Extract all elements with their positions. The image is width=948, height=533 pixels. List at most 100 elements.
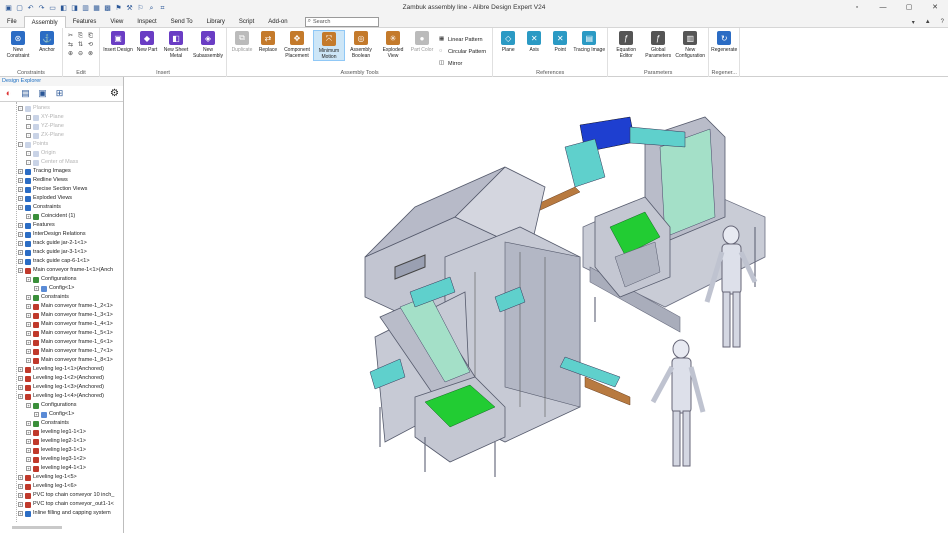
expand-toggle-icon[interactable]: + xyxy=(26,403,31,408)
ribbon-toggle-icon[interactable]: ▫ xyxy=(844,0,870,16)
expand-toggle-icon[interactable]: + xyxy=(18,268,23,273)
options-icon[interactable]: ⚑ xyxy=(114,4,123,13)
expand-toggle-icon[interactable]: + xyxy=(18,178,23,183)
equation-editor-button[interactable]: ƒ Equation Editor xyxy=(610,30,642,59)
menu-item-library[interactable]: Library xyxy=(200,16,232,28)
expand-toggle-icon[interactable]: + xyxy=(18,376,23,381)
edit-tool-8-icon[interactable]: ⊗ xyxy=(87,51,94,58)
grid-icon[interactable]: ▩ xyxy=(103,4,112,13)
expand-toggle-icon[interactable]: + xyxy=(18,106,23,111)
tree-item[interactable]: + leveling leg4-1<1> xyxy=(26,464,86,473)
tree-item[interactable]: + Constraints xyxy=(26,293,69,302)
tree-item[interactable]: + Points xyxy=(18,140,48,149)
expand-toggle-icon[interactable]: + xyxy=(26,151,31,156)
tree-item[interactable]: + Center of Mass xyxy=(26,158,78,167)
expand-toggle-icon[interactable]: + xyxy=(18,511,23,516)
tree-item[interactable]: + Leveling leg-1<2>(Anchored) xyxy=(18,374,104,383)
menu-item-view[interactable]: View xyxy=(103,16,130,28)
tree-item[interactable]: + Main conveyor frame-1_5<1> xyxy=(26,329,113,338)
tree-item[interactable]: + Origin xyxy=(26,149,56,158)
tree-item[interactable]: + PVC top chain conveyor 10 inch_ xyxy=(18,491,114,500)
expand-toggle-icon[interactable]: + xyxy=(26,331,31,336)
tree-item[interactable]: + Leveling leg-1<6> xyxy=(18,482,77,491)
tree-item[interactable]: + ZX-Plane xyxy=(26,131,64,140)
menu-item-add-on[interactable]: Add-on xyxy=(261,16,294,28)
maximize-button[interactable]: ▢ xyxy=(896,0,922,16)
expand-toggle-icon[interactable]: + xyxy=(26,295,31,300)
regenerate-button[interactable]: ↻ Regenerate xyxy=(711,30,737,53)
part-icon[interactable]: ◧ xyxy=(59,4,68,13)
insert-design-button[interactable]: ▣ Insert Design xyxy=(102,30,134,53)
new-subassembly-button[interactable]: ◈ New Subassembly xyxy=(192,30,224,59)
minimize-button[interactable]: — xyxy=(870,0,896,16)
menu-item-file[interactable]: File xyxy=(0,16,24,28)
expand-toggle-icon[interactable]: + xyxy=(18,205,23,210)
minimum-motion-button[interactable]: ⤧ Minimum Motion xyxy=(313,30,345,61)
expand-toggle-icon[interactable]: + xyxy=(18,367,23,372)
expand-toggle-icon[interactable]: + xyxy=(18,250,23,255)
tree-item[interactable]: + Precise Section Views xyxy=(18,185,87,194)
expand-toggle-icon[interactable]: + xyxy=(26,277,31,282)
gear-icon[interactable]: ⚙ xyxy=(109,88,120,99)
edit-tool-6-icon[interactable]: ⊕ xyxy=(67,51,74,58)
new-part-button[interactable]: ◆ New Part xyxy=(134,30,160,53)
expand-toggle-icon[interactable]: + xyxy=(26,466,31,471)
expand-toggle-icon[interactable]: + xyxy=(26,430,31,435)
expand-toggle-icon[interactable]: + xyxy=(26,133,31,138)
point-button[interactable]: ✕ Point xyxy=(547,30,573,53)
tree-item[interactable]: + XY-Plane xyxy=(26,113,64,122)
tree-structure-icon[interactable]: ⊞ xyxy=(54,88,65,99)
menu-item-inspect[interactable]: Inspect xyxy=(130,16,163,28)
tree-item[interactable]: + Main conveyor frame-1_6<1> xyxy=(26,338,113,347)
tree-item[interactable]: + Leveling leg-1<4>(Anchored) xyxy=(18,392,104,401)
expand-toggle-icon[interactable]: + xyxy=(18,475,23,480)
tree-item[interactable]: + Constraints xyxy=(26,419,69,428)
expand-toggle-icon[interactable]: + xyxy=(18,187,23,192)
tree-item[interactable]: + Leveling leg-1<3>(Anchored) xyxy=(18,383,104,392)
expand-toggle-icon[interactable]: + xyxy=(18,232,23,237)
tree-item[interactable]: + Main conveyor frame-1_8<1> xyxy=(26,356,113,365)
tree-item[interactable]: + Main conveyor frame-1_3<1> xyxy=(26,311,113,320)
expand-toggle-icon[interactable]: + xyxy=(18,385,23,390)
menu-item-assembly[interactable]: Assembly xyxy=(23,15,66,28)
expand-toggle-icon[interactable]: + xyxy=(26,421,31,426)
expand-toggle-icon[interactable]: + xyxy=(26,160,31,165)
tree-item[interactable]: + Main conveyor frame-1_4<1> xyxy=(26,320,113,329)
tree-item[interactable]: + Inline filling and capping system xyxy=(18,509,111,518)
tree-item[interactable]: + YZ-Plane xyxy=(26,122,64,131)
expand-toggle-icon[interactable]: + xyxy=(26,439,31,444)
new-constraint-button[interactable]: ⊛ New Constraint xyxy=(2,30,34,59)
expand-toggle-icon[interactable]: + xyxy=(18,223,23,228)
menu-item-features[interactable]: Features xyxy=(66,16,104,28)
expand-toggle-icon[interactable]: + xyxy=(26,358,31,363)
expand-toggle-icon[interactable]: + xyxy=(26,340,31,345)
expand-toggle-icon[interactable]: + xyxy=(18,484,23,489)
assembly-model[interactable] xyxy=(125,77,948,533)
menu-item-script[interactable]: Script xyxy=(232,16,261,28)
expand-toggle-icon[interactable]: + xyxy=(26,214,31,219)
color-wheel-icon[interactable]: ◐ xyxy=(3,88,14,99)
dropdown-icon[interactable]: ▾ xyxy=(912,19,915,26)
expand-toggle-icon[interactable]: + xyxy=(26,457,31,462)
exploded-view-button[interactable]: ✳ Exploded View xyxy=(377,30,409,59)
tree-item[interactable]: + leveling leg3-1<2> xyxy=(26,455,86,464)
redo-icon[interactable]: ↷ xyxy=(37,4,46,13)
assembly-icon[interactable]: ◨ xyxy=(70,4,79,13)
zoom-icon[interactable]: ⌗ xyxy=(158,4,167,13)
expand-toggle-icon[interactable]: + xyxy=(26,313,31,318)
linear-pattern-button[interactable]: ▦ Linear Pattern xyxy=(439,34,486,45)
tree-item[interactable]: + Config<1> xyxy=(34,410,74,419)
edit-tool-4-icon[interactable]: ⇅ xyxy=(77,42,84,49)
tree-item[interactable]: + track guide jar-3-1<1> xyxy=(18,248,87,257)
expand-toggle-icon[interactable]: + xyxy=(26,115,31,120)
tree-item[interactable]: + Tracing Images xyxy=(18,167,71,176)
tree-item[interactable]: + Leveling leg-1<5> xyxy=(18,473,77,482)
tree-item[interactable]: + Features xyxy=(18,221,55,230)
axis-button[interactable]: ✕ Axis xyxy=(521,30,547,53)
search-box[interactable]: ⌕ Search xyxy=(304,16,379,27)
expand-toggle-icon[interactable]: + xyxy=(26,304,31,309)
select-icon[interactable]: ⚐ xyxy=(136,4,145,13)
sheet-icon[interactable]: ▥ xyxy=(81,4,90,13)
help-icon[interactable]: ? xyxy=(941,19,944,25)
expand-toggle-icon[interactable]: + xyxy=(18,196,23,201)
